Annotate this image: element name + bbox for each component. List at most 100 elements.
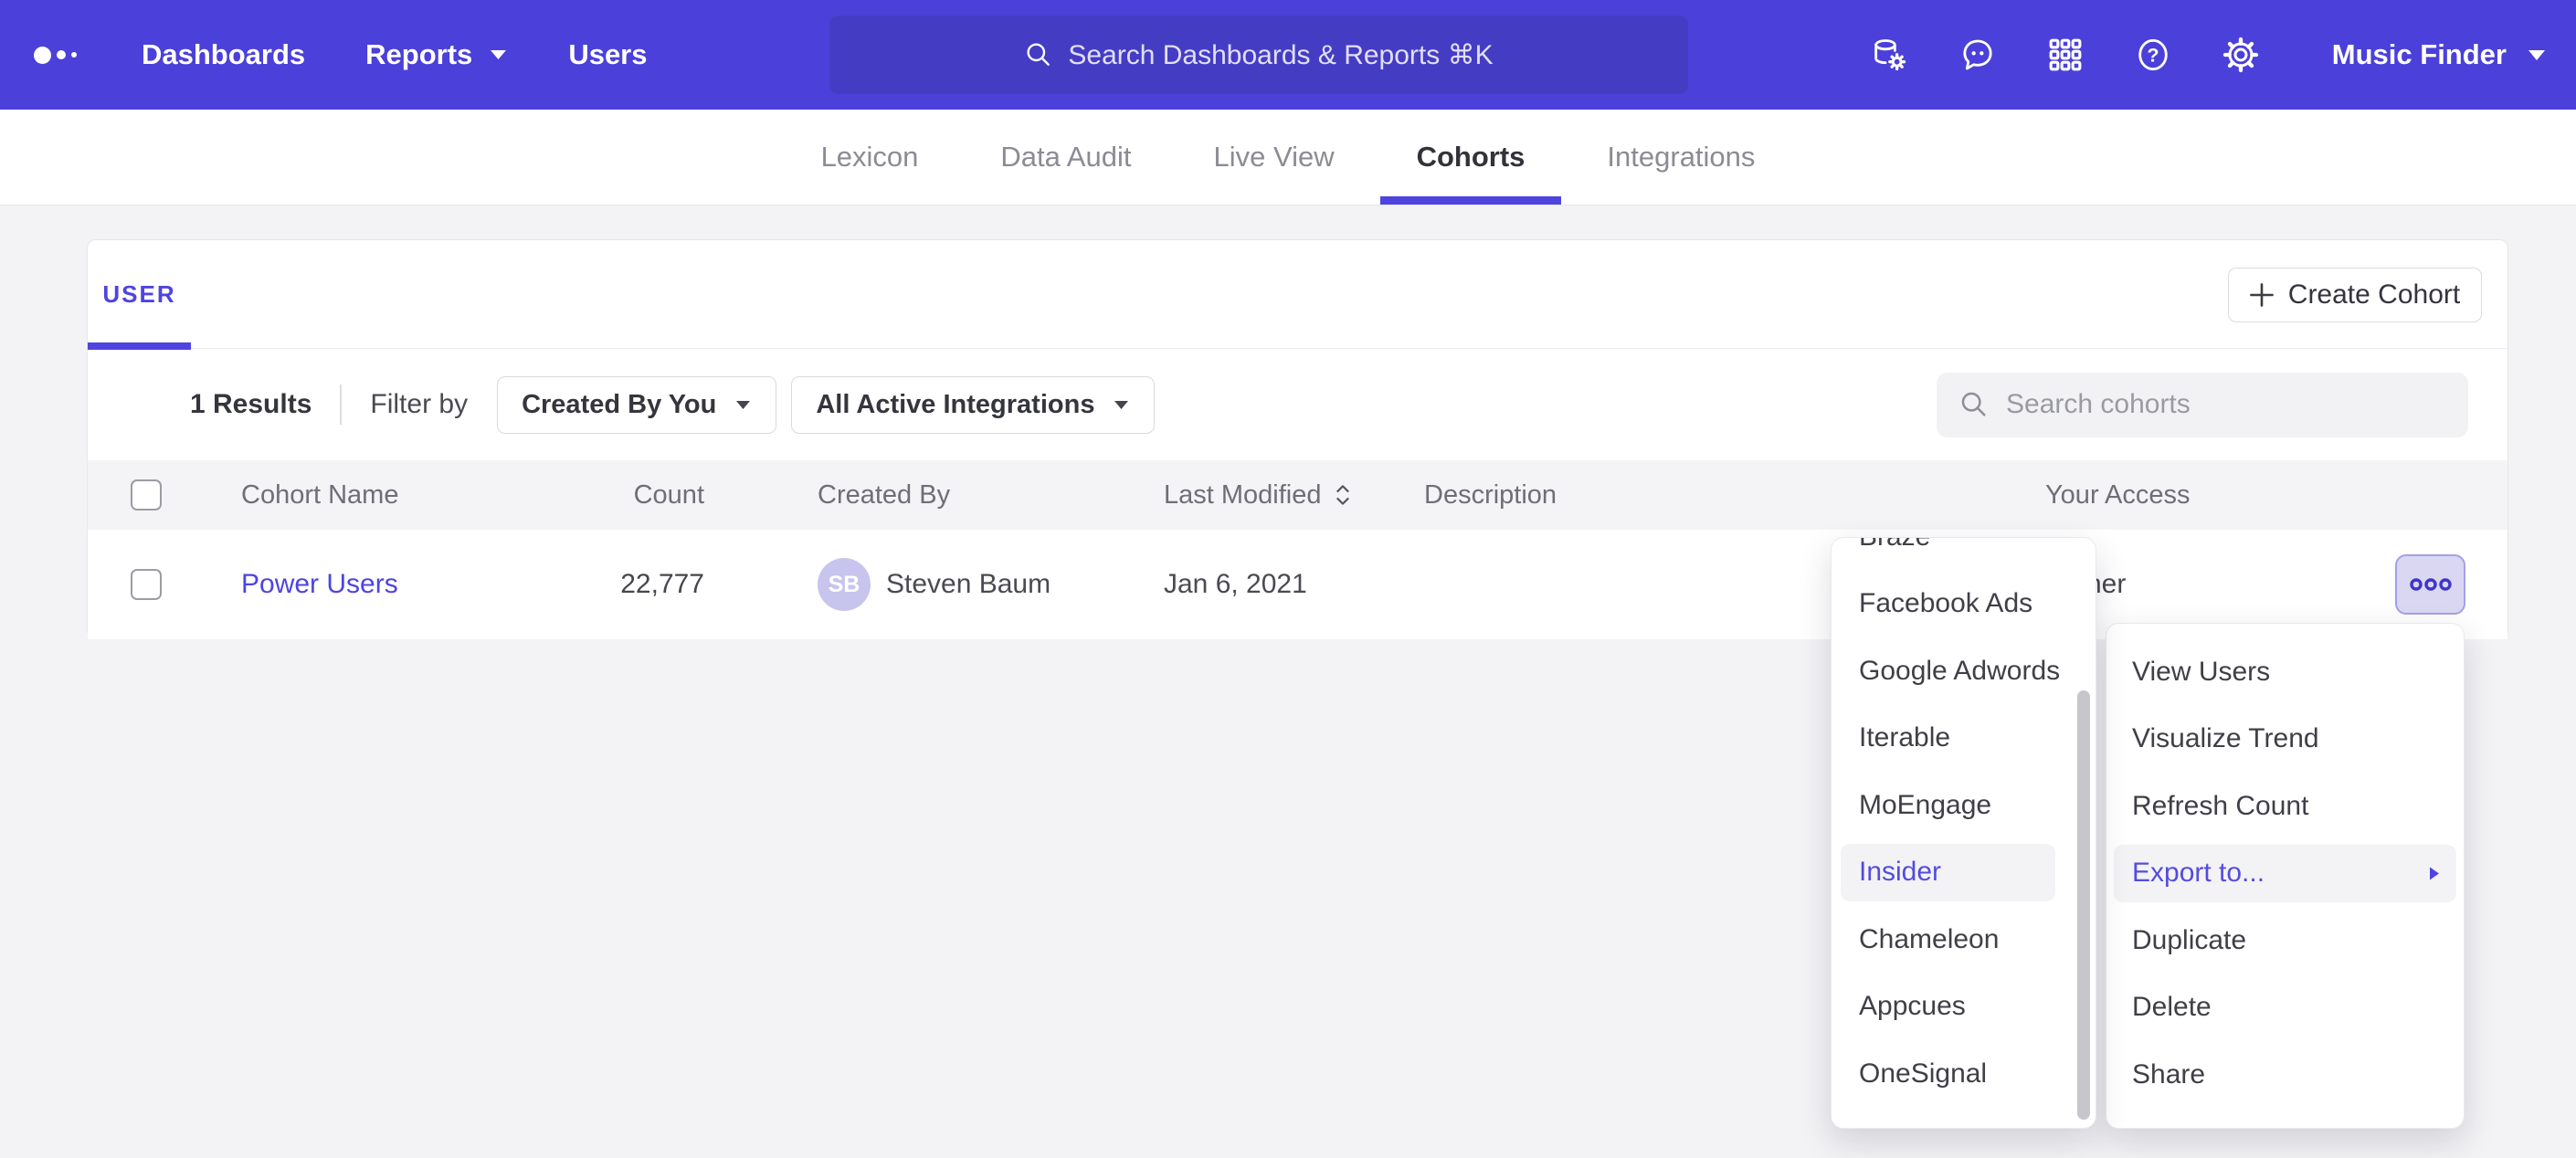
cohort-search-field[interactable] bbox=[1937, 373, 2468, 437]
global-search-bar[interactable]: Search Dashboards & Reports ⌘K bbox=[829, 16, 1688, 94]
menu-item-delete-label: Delete bbox=[2106, 974, 2464, 1042]
submenu-item-google-adwords[interactable]: Google Adwords bbox=[1832, 637, 2096, 705]
submenu-item-onesignal[interactable]: OneSignal bbox=[1832, 1040, 2096, 1108]
apps-grid-icon[interactable] bbox=[2047, 37, 2084, 73]
project-switcher[interactable]: Music Finder bbox=[2332, 38, 2547, 71]
tab-data-audit[interactable]: Data Audit bbox=[964, 110, 1167, 205]
column-header-cohort-name[interactable]: Cohort Name bbox=[241, 460, 398, 530]
nav-item-dashboards[interactable]: Dashboards bbox=[142, 38, 305, 71]
column-header-description[interactable]: Description bbox=[1424, 460, 1557, 530]
chevron-down-icon bbox=[1113, 399, 1130, 411]
submenu-item-appcues[interactable]: Appcues bbox=[1832, 974, 2096, 1041]
nav-item-users[interactable]: Users bbox=[568, 38, 647, 71]
submenu-item-moengage[interactable]: MoEngage bbox=[1832, 772, 2096, 839]
create-cohort-button[interactable]: Create Cohort bbox=[2228, 268, 2482, 322]
mixpanel-logo-icon[interactable] bbox=[34, 47, 142, 64]
export-destinations-submenu: Braze Facebook Ads Google Adwords Iterab… bbox=[1831, 537, 2096, 1129]
logo-dot-small bbox=[71, 52, 77, 58]
help-icon[interactable]: ? bbox=[2135, 37, 2171, 73]
row-context-menu: View Users Visualize Trend Refresh Count… bbox=[2106, 623, 2465, 1129]
tab-user-cohorts-label: USER bbox=[102, 280, 175, 309]
column-header-count[interactable]: Count bbox=[471, 460, 704, 530]
tab-cohorts-label: Cohorts bbox=[1417, 141, 1526, 174]
menu-item-refresh-count-label: Refresh Count bbox=[2106, 773, 2464, 840]
menu-item-share[interactable]: Share bbox=[2106, 1041, 2464, 1109]
tab-lexicon[interactable]: Lexicon bbox=[785, 110, 955, 205]
submenu-arrow-icon bbox=[2429, 866, 2440, 881]
cohort-search-input[interactable] bbox=[2006, 389, 2446, 420]
submenu-item-insider[interactable]: Insider bbox=[1832, 839, 2096, 907]
menu-item-view-users[interactable]: View Users bbox=[2106, 638, 2464, 706]
menu-item-visualize-trend-label: Visualize Trend bbox=[2106, 706, 2464, 774]
submenu-item-chameleon[interactable]: Chameleon bbox=[1832, 906, 2096, 974]
submenu-item-chameleon-label: Chameleon bbox=[1832, 906, 2096, 974]
menu-item-duplicate-label: Duplicate bbox=[2106, 907, 2464, 974]
svg-text:?: ? bbox=[2147, 44, 2159, 67]
submenu-item-braze[interactable]: Braze bbox=[1832, 537, 2096, 571]
tab-cohorts[interactable]: Cohorts bbox=[1380, 110, 1562, 205]
menu-item-share-label: Share bbox=[2106, 1041, 2464, 1109]
project-name: Music Finder bbox=[2332, 38, 2507, 71]
search-icon bbox=[1024, 40, 1053, 69]
results-count: 1 Results bbox=[190, 389, 311, 420]
global-search-placeholder: Search Dashboards & Reports ⌘K bbox=[1068, 39, 1493, 71]
column-header-your-access[interactable]: Your Access bbox=[2045, 460, 2191, 530]
select-all-checkbox[interactable] bbox=[131, 479, 162, 511]
tab-live-view[interactable]: Live View bbox=[1177, 110, 1370, 205]
data-settings-icon[interactable] bbox=[1872, 37, 1908, 73]
nav-item-reports[interactable]: Reports bbox=[365, 38, 508, 71]
divider bbox=[340, 384, 342, 425]
column-header-last-modified[interactable]: Last Modified bbox=[1164, 460, 1353, 530]
cohorts-card: USER Create Cohort 1 Results Filter by C… bbox=[87, 239, 2508, 639]
tab-data-audit-label: Data Audit bbox=[1000, 141, 1131, 174]
cohort-type-header: USER Create Cohort bbox=[88, 240, 2507, 349]
tab-integrations[interactable]: Integrations bbox=[1570, 110, 1791, 205]
menu-item-export-to[interactable]: Export to... bbox=[2106, 840, 2464, 908]
chevron-down-icon bbox=[489, 48, 508, 61]
column-header-last-modified-label: Last Modified bbox=[1164, 480, 1322, 511]
nav-item-dashboards-label: Dashboards bbox=[142, 38, 305, 71]
submenu-scrollbar[interactable] bbox=[2077, 690, 2090, 1120]
integrations-filter-value: All Active Integrations bbox=[816, 390, 1094, 420]
app: Dashboards Reports Users Search Dashboar… bbox=[0, 0, 2576, 1158]
tab-user-cohorts[interactable]: USER bbox=[88, 240, 191, 349]
menu-item-view-users-label: View Users bbox=[2106, 638, 2464, 706]
export-destinations-list: Braze Facebook Ads Google Adwords Iterab… bbox=[1832, 537, 2096, 1108]
top-nav: Dashboards Reports Users Search Dashboar… bbox=[0, 0, 2576, 110]
column-header-created-by[interactable]: Created By bbox=[818, 460, 950, 530]
search-icon bbox=[1958, 389, 1990, 420]
menu-item-delete[interactable]: Delete bbox=[2106, 974, 2464, 1042]
logo-dot-medium bbox=[57, 50, 66, 59]
feedback-icon[interactable] bbox=[1959, 37, 1996, 73]
row-context-menu-list: View Users Visualize Trend Refresh Count… bbox=[2106, 638, 2464, 1109]
top-nav-right: ? Music Finder bbox=[1872, 37, 2547, 73]
tab-live-view-label: Live View bbox=[1213, 141, 1334, 174]
cohort-name-link[interactable]: Power Users bbox=[241, 569, 398, 600]
submenu-item-facebook-ads[interactable]: Facebook Ads bbox=[1832, 571, 2096, 638]
filter-by-label: Filter by bbox=[370, 389, 468, 420]
create-cohort-label: Create Cohort bbox=[2288, 279, 2460, 311]
row-more-actions-button[interactable] bbox=[2395, 554, 2465, 615]
tab-integrations-label: Integrations bbox=[1607, 141, 1755, 174]
tab-lexicon-label: Lexicon bbox=[821, 141, 919, 174]
submenu-item-iterable[interactable]: Iterable bbox=[1832, 705, 2096, 773]
menu-item-duplicate[interactable]: Duplicate bbox=[2106, 907, 2464, 974]
row-checkbox[interactable] bbox=[131, 569, 162, 600]
chevron-down-icon bbox=[2527, 48, 2547, 62]
integrations-filter-dropdown[interactable]: All Active Integrations bbox=[791, 376, 1155, 434]
top-nav-menu: Dashboards Reports Users bbox=[142, 38, 648, 71]
sort-icon bbox=[1333, 482, 1353, 508]
submenu-item-moengage-label: MoEngage bbox=[1832, 772, 2096, 839]
created-by-filter-value: Created By You bbox=[522, 390, 716, 420]
section-tabs: Lexicon Data Audit Live View Cohorts Int… bbox=[0, 110, 2576, 205]
settings-gear-icon[interactable] bbox=[2222, 37, 2259, 73]
menu-item-visualize-trend[interactable]: Visualize Trend bbox=[2106, 706, 2464, 774]
created-by-filter-dropdown[interactable]: Created By You bbox=[497, 376, 776, 434]
created-by-cell: SB Steven Baum bbox=[818, 530, 1050, 639]
submenu-item-iterable-label: Iterable bbox=[1832, 705, 2096, 773]
creator-name: Steven Baum bbox=[886, 569, 1050, 600]
menu-item-refresh-count[interactable]: Refresh Count bbox=[2106, 773, 2464, 840]
avatar: SB bbox=[818, 558, 871, 611]
more-actions-icon bbox=[2409, 575, 2453, 594]
plus-icon bbox=[2250, 283, 2274, 307]
